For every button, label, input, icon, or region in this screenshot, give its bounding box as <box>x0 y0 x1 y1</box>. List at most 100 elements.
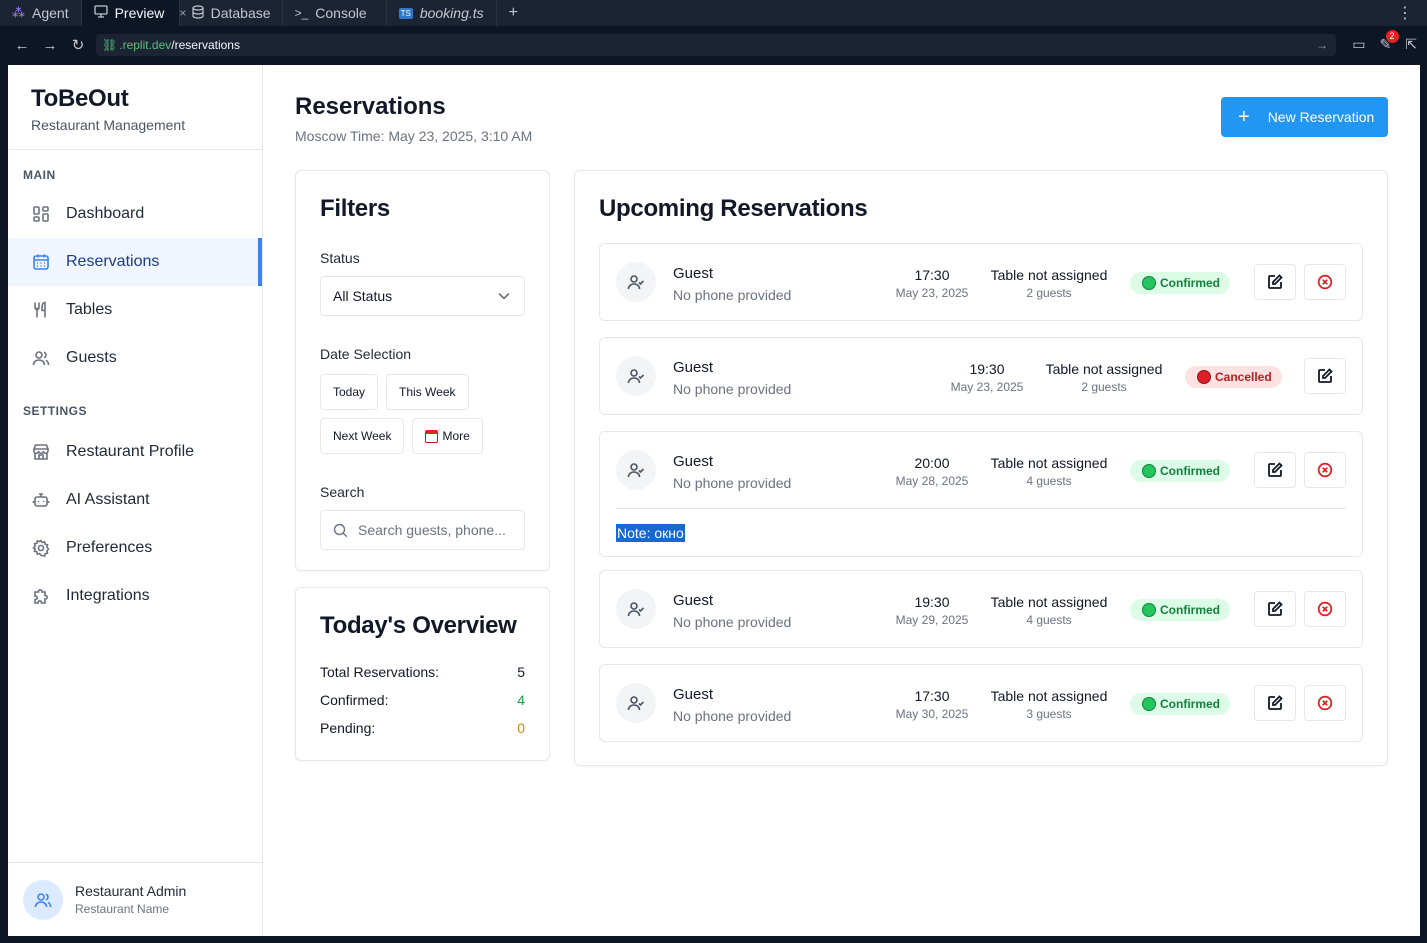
new-reservation-label: New Reservation <box>1267 109 1375 125</box>
devices-icon[interactable]: ▭ <box>1352 36 1365 53</box>
agent-icon: ⁂ <box>12 5 25 20</box>
cancel-reservation-button[interactable] <box>1304 685 1346 721</box>
filters-title: Filters <box>320 195 390 222</box>
date-this-week-button[interactable]: This Week <box>386 374 469 410</box>
date-next-week-button[interactable]: Next Week <box>320 418 405 454</box>
guest-count: 4 guests <box>1026 474 1072 488</box>
edit-reservation-button[interactable] <box>1254 264 1296 300</box>
plus-icon: + <box>1238 106 1250 128</box>
monitor-icon <box>93 5 108 21</box>
guest-avatar <box>616 450 656 490</box>
guest-count: 2 guests <box>1026 286 1072 300</box>
moscow-time: Moscow Time: May 23, 2025, 3:10 AM <box>295 128 533 144</box>
status-label: Status <box>320 250 360 266</box>
reservation-note: Note: окно <box>616 508 1346 556</box>
sidebar-item-ai-assistant[interactable]: AI Assistant <box>8 476 262 524</box>
overview-confirmed: Confirmed: 4 <box>320 686 525 714</box>
date-value: May 28, 2025 <box>895 474 969 488</box>
sidebar-item-dashboard[interactable]: Dashboard <box>8 190 262 238</box>
reservation-item[interactable]: Guest No phone provided 17:30 May 23, 2025 T… <box>599 243 1363 321</box>
guest-name: Guest <box>673 592 714 609</box>
guest-avatar <box>616 262 656 302</box>
time-value: 17:30 <box>914 688 950 704</box>
x-circle-icon <box>1317 462 1333 478</box>
search-input[interactable]: Search guests, phone... <box>320 510 525 550</box>
table-info: Table not assigned 3 guests <box>984 688 1114 721</box>
guest-phone: No phone provided <box>673 708 792 724</box>
search-label: Search <box>320 484 365 500</box>
todays-overview-card: Today's Overview Total Reservations: 5 C… <box>295 587 550 761</box>
reservation-item[interactable]: Guest No phone provided 17:30 May 30, 2025 T… <box>599 664 1363 742</box>
table-status: Table not assigned <box>990 267 1108 283</box>
tab-label: Agent <box>32 5 69 21</box>
url-input[interactable]: ⛓ .replit.dev /reservations → <box>96 34 1336 56</box>
reservation-item[interactable]: Guest No phone provided 19:30 May 29, 2025 T… <box>599 570 1363 648</box>
reload-icon[interactable]: ↻ <box>64 36 92 54</box>
sidebar-item-restaurant-profile[interactable]: Restaurant Profile <box>8 428 262 476</box>
status-dot-icon <box>1197 370 1211 384</box>
sidebar-item-guests[interactable]: Guests <box>8 334 262 382</box>
puzzle-icon <box>34 589 48 604</box>
tab-label: Preview <box>114 5 165 21</box>
edit-icon <box>1267 601 1283 617</box>
back-arrow-icon[interactable]: ← <box>8 37 36 54</box>
search-icon <box>333 523 348 537</box>
status-select[interactable]: All Status <box>320 276 525 316</box>
sidebar-item-integrations[interactable]: Integrations <box>8 572 262 620</box>
edit-reservation-button[interactable] <box>1254 591 1296 627</box>
edit-icon <box>1267 695 1283 711</box>
guest-phone: No phone provided <box>673 381 792 397</box>
link-icon: ⛓ <box>102 38 118 52</box>
reservation-time: 19:30 May 29, 2025 <box>887 594 977 627</box>
reservation-row: Guest No phone provided 19:30 May 23, 2025 T… <box>600 338 1362 414</box>
tab-database[interactable]: Database <box>180 0 283 26</box>
date-value: May 29, 2025 <box>895 613 969 627</box>
table-info: Table not assigned 4 guests <box>984 594 1114 627</box>
filters-card: Filters Status All Status Date Selection… <box>295 170 550 571</box>
tab-booking-ts[interactable]: TS booking.ts <box>387 0 497 26</box>
date-value: May 30, 2025 <box>895 707 969 721</box>
tab-label: Console <box>315 5 367 21</box>
calendar-emoji-icon <box>425 429 439 443</box>
users-icon <box>32 351 50 366</box>
cancel-reservation-button[interactable] <box>1304 264 1346 300</box>
preview-tools: ▭ ✎ 2 ⇱ <box>1352 30 1417 53</box>
status-label: Cancelled <box>1215 370 1272 384</box>
section-label-settings: SETTINGS <box>23 404 88 418</box>
go-arrow-icon[interactable]: → <box>1316 38 1328 52</box>
date-more-button[interactable]: More <box>412 418 483 454</box>
date-today-button[interactable]: Today <box>320 374 379 410</box>
devtools-wrench-icon[interactable]: ✎ 2 <box>1380 30 1399 53</box>
edit-reservation-button[interactable] <box>1254 685 1296 721</box>
sidebar-item-tables[interactable]: Tables <box>8 286 262 334</box>
tab-preview[interactable]: Preview × <box>81 0 186 26</box>
reservation-item[interactable]: Guest No phone provided 19:30 May 23, 2025 T… <box>599 337 1363 415</box>
upcoming-reservations-card: Upcoming Reservations Guest No phone prov… <box>574 170 1388 766</box>
tab-agent[interactable]: ⁂ Agent <box>0 0 82 26</box>
guest-phone: No phone provided <box>673 614 792 630</box>
status-badge: Confirmed <box>1130 460 1230 482</box>
sidebar-item-reservations[interactable]: Reservations <box>8 238 262 286</box>
reservation-row: Guest No phone provided 19:30 May 29, 2025 T… <box>600 571 1362 647</box>
new-reservation-button[interactable]: + New Reservation <box>1221 97 1388 137</box>
cancel-reservation-button[interactable] <box>1304 591 1346 627</box>
sidebar-item-preferences[interactable]: Preferences <box>8 524 262 572</box>
new-tab-plus-icon[interactable]: + <box>497 4 530 22</box>
more-vertical-icon[interactable]: ⋮ <box>1397 3 1413 23</box>
status-badge: Confirmed <box>1130 272 1230 294</box>
forward-arrow-icon[interactable]: → <box>36 37 64 54</box>
reservation-time: 20:00 May 28, 2025 <box>887 455 977 488</box>
guest-phone: No phone provided <box>673 475 792 491</box>
tab-console[interactable]: >_ Console <box>283 0 387 26</box>
edit-reservation-button[interactable] <box>1254 452 1296 488</box>
open-external-icon[interactable]: ⇱ <box>1405 36 1417 53</box>
overview-label: Confirmed: <box>320 692 389 708</box>
guest-name: Guest <box>673 453 714 470</box>
guest-count: 2 guests <box>1081 380 1127 394</box>
reservation-item[interactable]: Guest No phone provided 20:00 May 28, 2025 T… <box>599 431 1363 557</box>
edit-reservation-button[interactable] <box>1304 358 1346 394</box>
user-profile[interactable]: Restaurant Admin Restaurant Name <box>8 862 262 936</box>
reservation-time: 17:30 May 23, 2025 <box>887 267 977 300</box>
cancel-reservation-button[interactable] <box>1304 452 1346 488</box>
overview-value: 5 <box>517 664 525 680</box>
